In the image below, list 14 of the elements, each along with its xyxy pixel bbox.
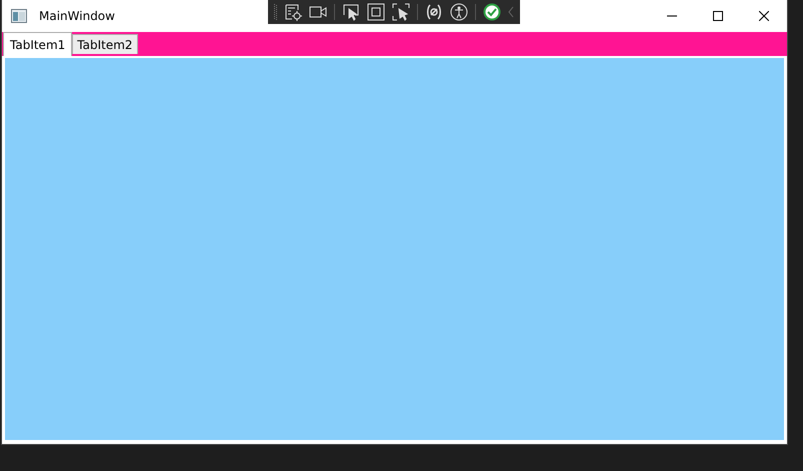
check-icon[interactable]	[483, 3, 501, 21]
close-icon	[759, 11, 769, 21]
collapse-icon[interactable]	[508, 6, 514, 18]
frame-icon[interactable]	[367, 3, 386, 21]
accessibility-icon[interactable]	[450, 3, 468, 21]
window-title: MainWindow	[39, 9, 115, 23]
element-picker-icon[interactable]	[284, 3, 302, 21]
tab[interactable]: TabItem2	[72, 34, 138, 54]
cursor-frame-icon[interactable]	[392, 3, 410, 21]
tab[interactable]: TabItem1	[3, 32, 72, 56]
app-icon	[11, 9, 27, 23]
cursor-select-icon[interactable]	[342, 3, 360, 21]
maximize-icon	[713, 11, 723, 21]
camera-icon[interactable]	[309, 5, 328, 19]
